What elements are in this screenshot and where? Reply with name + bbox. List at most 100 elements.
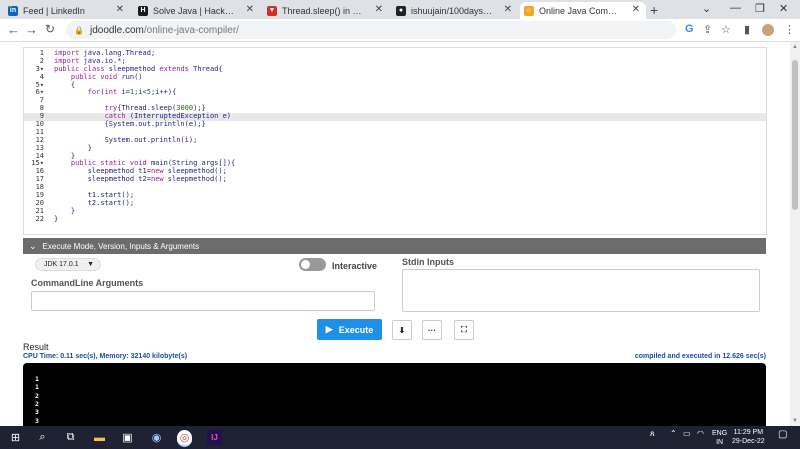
execute-mode-section-header[interactable]: ⌄ Execute Mode, Version, Inputs & Argume… (23, 238, 766, 254)
code-line[interactable]: 18 (24, 183, 766, 192)
output-line: 1 (35, 375, 39, 383)
chevron-down-icon: ▼ (87, 261, 94, 268)
profile-avatar[interactable] (762, 24, 774, 36)
browser-tab[interactable]: H Solve Java | HackerRank ✕ (134, 2, 260, 19)
scrollbar-thumb[interactable] (792, 60, 798, 210)
clock-date: 29-Dec-22 (732, 438, 765, 445)
code-line[interactable]: 19 t1.start(); (24, 191, 766, 200)
back-icon[interactable]: ← (7, 22, 20, 37)
code-text: } (54, 206, 76, 215)
page-scrollbar[interactable]: ▲ ▼ (790, 42, 800, 426)
close-tab-icon[interactable]: ✕ (632, 4, 640, 15)
restore-icon[interactable]: ❐ (755, 2, 765, 15)
intellij-icon[interactable]: IJ (207, 430, 222, 445)
chrome-icon[interactable]: ◎ (177, 430, 192, 447)
code-line[interactable]: 10 {System.out.println(e);} (24, 120, 766, 129)
code-line[interactable]: 21 } (24, 206, 766, 216)
vivid-red-icon: ▼ (267, 5, 277, 16)
clock[interactable]: 11:29 PM 29-Dec-22 (732, 428, 765, 446)
code-text: for(int i=1;i<5;i++){ (87, 88, 177, 97)
fullscreen-icon[interactable]: ⛶ (454, 320, 474, 340)
output-line: 2 (35, 391, 39, 400)
tab-search-icon[interactable]: ⌄ (702, 2, 711, 15)
share-icon[interactable]: ⇪ (703, 23, 712, 36)
cmdline-args-input[interactable] (31, 291, 375, 311)
output-line: 2 (35, 399, 39, 408)
code-line[interactable]: 13 } (24, 144, 766, 153)
toggle-knob (301, 260, 310, 269)
code-line[interactable]: 4 public void run() (24, 73, 766, 82)
stdin-input[interactable] (402, 269, 760, 312)
tab-title: Feed | LinkedIn (23, 5, 85, 16)
app-icon[interactable]: ◉ (149, 430, 164, 445)
url-host: jdoodle.com (89, 24, 144, 36)
language-indicator[interactable]: ENG IN (712, 429, 727, 447)
minimize-icon[interactable]: — (730, 2, 741, 14)
code-text: import java.io.*; (54, 56, 126, 65)
scroll-up-icon[interactable]: ▲ (792, 44, 798, 50)
address-bar[interactable]: 🔒 jdoodle.com/online-java-compiler/ (66, 21, 676, 39)
notifications-icon[interactable]: ▢ (778, 429, 787, 440)
file-explorer-icon[interactable]: ▬ (92, 430, 107, 445)
code-text: t2.start(); (54, 198, 135, 207)
side-panel-icon[interactable]: ▮ (744, 23, 750, 36)
jdk-version-value: JDK 17.0.1 (44, 261, 79, 268)
chevron-down-icon: ⌄ (29, 240, 37, 251)
browser-tab[interactable]: ☼ Online Java Compiler - Onlin ✕ (520, 2, 646, 19)
people-icon[interactable]: ጸ (650, 429, 655, 439)
google-translate-icon[interactable]: G (685, 23, 694, 35)
close-tab-icon[interactable]: ✕ (375, 4, 383, 15)
code-lines[interactable]: 1 import java.lang.Thread; 2 import java.io… (24, 49, 766, 224)
wifi-icon[interactable]: ◠ (697, 429, 704, 438)
code-text: } (54, 151, 76, 160)
show-hidden-icons-icon[interactable]: ⌃ (670, 429, 677, 438)
hackerrank-icon: H (138, 5, 148, 16)
windows-start-icon[interactable]: ⊞ (8, 430, 23, 445)
code-text: { (54, 80, 76, 89)
execute-button[interactable]: ▶ Execute (317, 319, 382, 340)
url-path: /online-java-compiler/ (143, 24, 239, 36)
reload-icon[interactable]: ↻ (45, 22, 55, 36)
lang-top: ENG (712, 430, 728, 437)
code-editor[interactable]: 1 import java.lang.Thread; 2 import java.io… (23, 47, 767, 235)
lang-bottom: IN (716, 439, 724, 446)
code-text: {System.out.println(e);} (54, 120, 206, 129)
forward-icon[interactable]: → (25, 22, 38, 37)
browser-tab[interactable]: ● ishuujain/100daysofcodechal ✕ (392, 2, 518, 19)
close-tab-icon[interactable]: ✕ (504, 4, 512, 15)
code-line[interactable]: 12 System.out.println(i); (24, 135, 766, 145)
task-view-icon[interactable]: ⧉ (63, 430, 78, 445)
download-file-icon[interactable]: ⬇ (392, 320, 412, 340)
code-line[interactable]: 20 t2.start(); (24, 198, 766, 208)
menu-dots-icon[interactable]: ⋮ (784, 23, 795, 36)
cpu-memory-stats: CPU Time: 0.11 sec(s), Memory: 32140 kil… (23, 353, 188, 360)
code-text: catch (InterruptedException e) (104, 112, 232, 121)
code-text: System.out.println(i); (54, 135, 198, 144)
code-line[interactable]: 22} (24, 215, 766, 224)
interactive-label: Interactive (332, 261, 378, 271)
interactive-toggle[interactable] (299, 258, 326, 271)
close-tab-icon[interactable]: ✕ (116, 4, 124, 15)
tab-title: ishuujain/100daysofcodechal (411, 5, 493, 16)
jdk-version-select[interactable]: JDK 17.0.1 ▼ (35, 258, 101, 271)
code-text: public static void main(String args[]){ (70, 159, 236, 168)
scroll-down-icon[interactable]: ▼ (792, 418, 798, 424)
search-icon[interactable]: ⌕ (35, 430, 50, 445)
compile-time: compiled and executed in 12.626 sec(s) (634, 353, 766, 360)
output-console[interactable]: 112233 (23, 363, 766, 426)
bookmark-star-icon[interactable]: ☆ (721, 23, 731, 36)
clock-time: 11:29 PM (733, 429, 764, 436)
close-tab-icon[interactable]: ✕ (246, 4, 254, 15)
browser-tab[interactable]: ▼ Thread.sleep() in Java with Ex ✕ (263, 2, 389, 19)
close-window-icon[interactable]: ✕ (779, 2, 788, 15)
browser-tab[interactable]: in Feed | LinkedIn ✕ (4, 2, 130, 19)
code-line[interactable]: 6▾ for(int i=1;i<5;i++){ (24, 89, 766, 97)
more-options-icon[interactable]: ··· (422, 320, 442, 340)
network-icon[interactable]: ▭ (683, 429, 691, 438)
store-icon[interactable]: ▣ (120, 430, 135, 445)
code-text: sleepmethod t2=new sleepmethod(); (54, 175, 227, 184)
tab-title: Solve Java | HackerRank (153, 5, 235, 16)
new-tab-button[interactable]: + (650, 2, 658, 18)
code-line[interactable]: 1 import java.lang.Thread; (24, 49, 766, 58)
code-line[interactable]: 17 sleepmethod t2=new sleepmethod(); (24, 175, 766, 184)
